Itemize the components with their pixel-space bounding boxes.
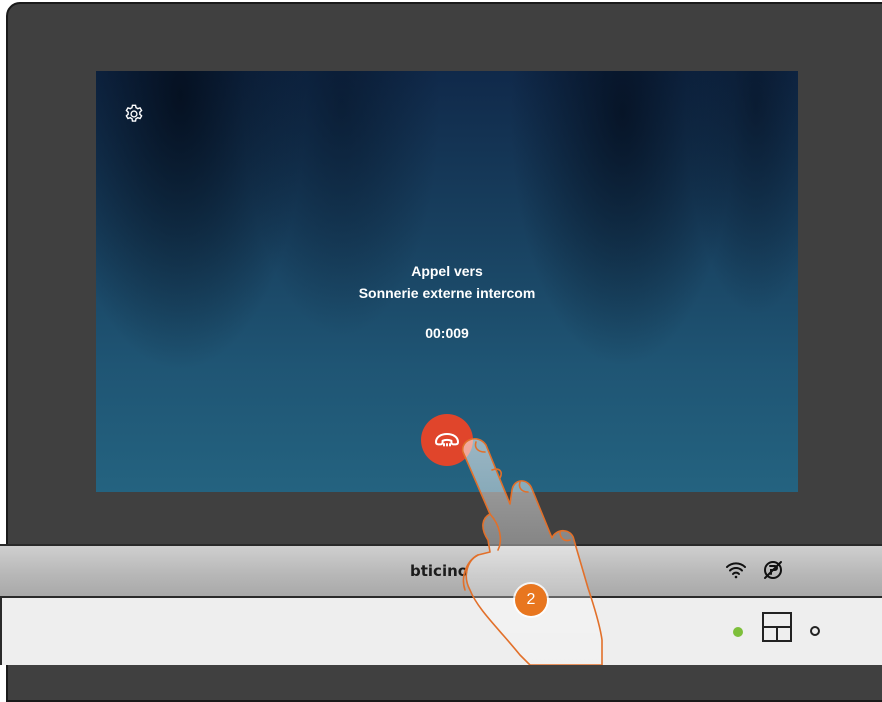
ringtone-off-icon xyxy=(764,561,782,579)
home-key-icon[interactable] xyxy=(762,612,792,642)
call-destination: Sonnerie externe intercom xyxy=(358,285,536,301)
hangup-button[interactable] xyxy=(421,414,473,466)
brand-logo: bticino xyxy=(410,562,469,580)
status-led xyxy=(733,627,743,637)
gear-icon[interactable] xyxy=(123,103,145,125)
microphone xyxy=(810,626,820,636)
device-base xyxy=(0,598,882,665)
call-screen: Appel vers Sonnerie externe intercom 00:… xyxy=(96,71,798,492)
control-bar: bticino xyxy=(0,544,882,598)
step-badge: 2 xyxy=(515,584,547,616)
call-label: Appel vers xyxy=(411,263,483,279)
wifi-icon xyxy=(726,562,746,579)
call-timer: 00:009 xyxy=(425,325,469,341)
phone-hangup-icon xyxy=(435,433,459,447)
